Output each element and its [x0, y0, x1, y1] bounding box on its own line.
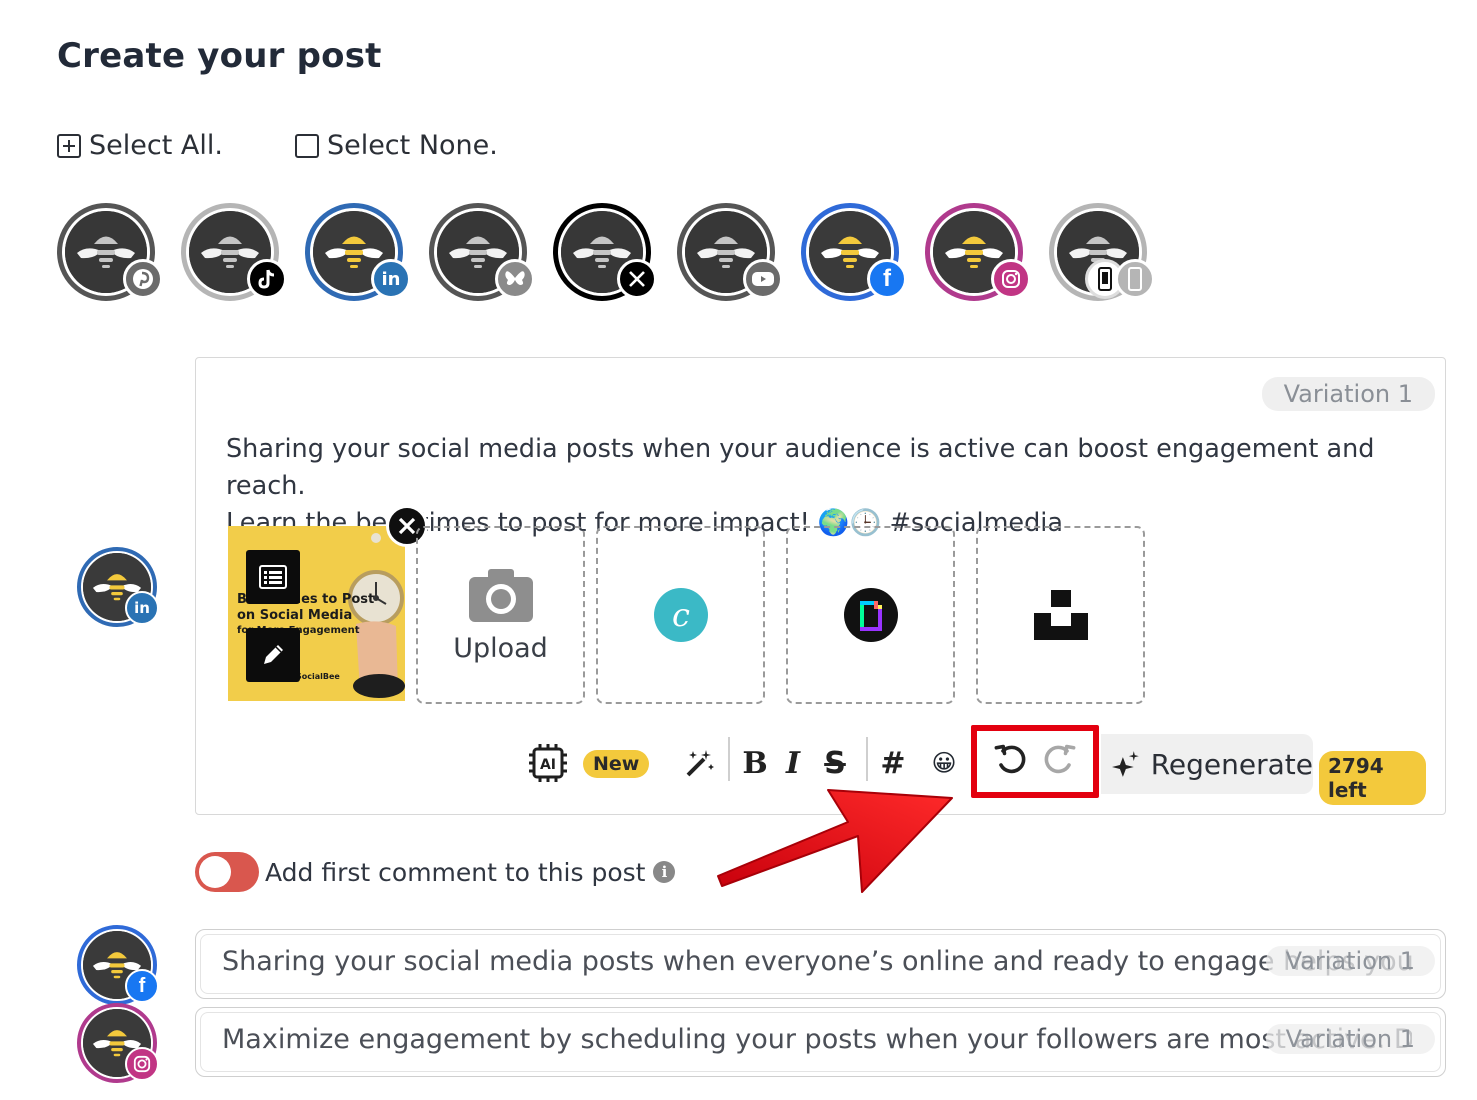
close-icon — [398, 517, 416, 535]
regenerate-label: Regenerate — [1150, 747, 1313, 781]
ai-chip-icon: AI — [529, 744, 567, 782]
giphy-icon — [843, 588, 898, 642]
editor-toolbar: AI New B I S # 😀 Regenerate 2794 left — [526, 725, 1426, 805]
variant-instagram-editor[interactable]: Maximize engagement by scheduling your p… — [195, 1007, 1446, 1077]
select-none-label: Select None. — [326, 130, 498, 161]
profile-youtube[interactable] — [677, 203, 783, 301]
variant-text: Sharing your social media posts when eve… — [222, 946, 1412, 977]
redo-icon — [1044, 744, 1076, 773]
select-all-button[interactable]: Select All. — [57, 130, 223, 161]
thumb-title-2: on Social Media — [237, 608, 353, 623]
edit-image-button[interactable] — [246, 628, 300, 682]
magic-wand-icon — [686, 750, 714, 777]
profile-instagram[interactable] — [925, 203, 1031, 301]
ai-assistant-button[interactable]: AI — [526, 741, 570, 785]
magic-wand-button[interactable] — [682, 745, 718, 781]
tiktok-icon — [247, 259, 287, 299]
redo-button[interactable] — [1042, 743, 1076, 781]
linkedin-icon: in — [125, 591, 159, 625]
first-comment-toggle[interactable] — [195, 852, 259, 892]
facebook-icon: f — [867, 259, 907, 299]
strikethrough-button[interactable]: S — [818, 743, 852, 783]
variation-label[interactable]: Variation 1 — [1261, 377, 1435, 411]
instagram-icon — [125, 1047, 159, 1081]
list-icon — [259, 565, 287, 589]
page-title: Create your post — [57, 36, 382, 76]
x-icon — [617, 259, 657, 299]
canva-button[interactable]: c — [596, 526, 765, 704]
emoji-button[interactable]: 😀 — [926, 745, 962, 781]
profile-linkedin[interactable]: in — [305, 203, 411, 301]
upload-label: Upload — [453, 632, 548, 664]
new-badge: New — [583, 750, 650, 778]
bold-button[interactable]: B — [740, 743, 770, 783]
editor-profile-linkedin: in — [77, 547, 159, 627]
sparkle-star-icon — [1111, 751, 1139, 777]
svg-text:c: c — [672, 596, 690, 634]
unsplash-button[interactable] — [976, 526, 1145, 704]
variant-profile-facebook: f — [77, 925, 159, 1005]
facebook-icon: f — [125, 969, 159, 1003]
post-editor[interactable]: Variation 1 Sharing your social media po… — [195, 357, 1446, 815]
butterfly-icon — [495, 259, 535, 299]
profile-pinterest[interactable] — [57, 203, 163, 301]
canva-icon: c — [653, 588, 708, 642]
alt-text-button[interactable] — [246, 550, 300, 604]
pinterest-icon — [123, 259, 163, 299]
variant-text: Maximize engagement by scheduling your p… — [222, 1024, 1412, 1055]
undo-redo-highlight — [971, 725, 1099, 798]
info-icon[interactable]: i — [653, 861, 676, 883]
variant-profile-instagram — [77, 1003, 159, 1083]
undo-icon — [994, 744, 1026, 773]
youtube-icon — [743, 259, 783, 299]
profile-mobile[interactable] — [1049, 203, 1155, 301]
select-all-label: Select All. — [89, 130, 223, 161]
phone-outline-icon — [1115, 259, 1155, 299]
variant-facebook-editor[interactable]: Sharing your social media posts when eve… — [195, 929, 1446, 999]
linkedin-icon: in — [371, 259, 411, 299]
selection-controls: Select All. Select None. — [57, 130, 498, 161]
camera-icon — [468, 568, 533, 622]
profile-x[interactable] — [553, 203, 657, 301]
instagram-icon — [991, 259, 1031, 299]
select-none-button[interactable]: Select None. — [294, 130, 498, 161]
thumb-brand: SocialBee — [296, 672, 340, 681]
hashtag-button[interactable]: # — [876, 743, 910, 783]
undo-button[interactable] — [994, 743, 1028, 781]
first-comment-label: Add first comment to this post — [265, 857, 646, 887]
variation-label[interactable]: Variation 1 — [1265, 1024, 1435, 1054]
italic-button[interactable]: I — [778, 743, 808, 783]
pencil-icon — [264, 645, 283, 664]
regenerate-button[interactable]: Regenerate — [1101, 734, 1313, 794]
svg-text:AI: AI — [540, 757, 556, 773]
variation-label[interactable]: Variation 1 — [1265, 946, 1435, 976]
upload-button[interactable]: Upload — [416, 526, 585, 704]
unsplash-icon — [1033, 590, 1088, 640]
media-thumbnail[interactable]: Best Times to Post on Social Media for M… — [228, 526, 405, 701]
characters-left-badge: 2794 left — [1319, 751, 1426, 805]
profile-facebook[interactable]: f — [801, 203, 907, 301]
post-text-line-1: Sharing your social media posts when you… — [226, 434, 1375, 501]
profile-tiktok[interactable] — [181, 203, 287, 301]
first-comment-row: Add first comment to this post i — [195, 852, 676, 892]
plus-square-icon — [57, 133, 81, 158]
giphy-button[interactable] — [786, 526, 955, 704]
empty-square-icon — [294, 133, 319, 158]
profile-bluesky[interactable] — [429, 203, 535, 301]
